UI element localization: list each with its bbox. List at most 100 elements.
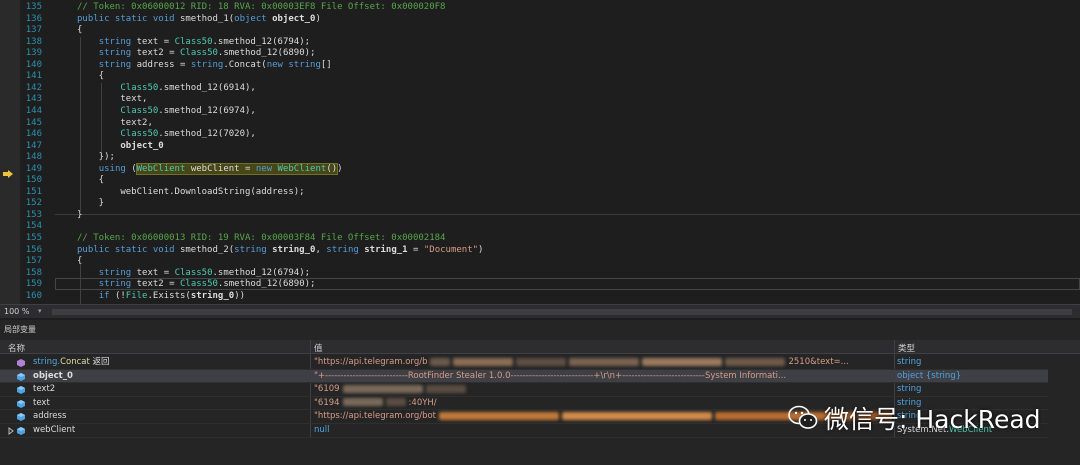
redacted-block — [562, 411, 713, 420]
line-number: 153 — [25, 209, 42, 220]
redacted-block — [430, 357, 451, 366]
code-line[interactable]: 137 { — [0, 25, 1080, 37]
variable-name: webClient — [33, 424, 308, 438]
watermark: 微信号: HackRead — [788, 400, 1041, 436]
locals-row[interactable]: string.Concat 返回 "https://api.telegram.or… — [0, 356, 1048, 370]
variable-icon — [17, 427, 25, 435]
redacted-block — [569, 357, 640, 366]
code-line[interactable]: 151 webClient.DownloadString(address); — [0, 187, 1080, 199]
line-number: 141 — [25, 71, 42, 82]
variable-type: string — [897, 383, 1047, 397]
panel-title: 局部变量 — [4, 325, 36, 334]
chevron-down-icon[interactable]: ▾ — [38, 307, 48, 317]
type-text: string — [897, 357, 922, 367]
code-line[interactable]: 144 Class50.smethod_12(6974), — [0, 106, 1080, 118]
value-tail-text: 2510&text=... — [788, 357, 849, 367]
code-line[interactable]: 145 text2, — [0, 118, 1080, 130]
code-line[interactable]: 143 text, — [0, 94, 1080, 106]
code-line[interactable]: 147 object_0 — [0, 141, 1080, 153]
code-line[interactable]: 157 { — [0, 256, 1080, 268]
code-text: Class50.smethod_12(7020), — [120, 129, 256, 140]
code-line[interactable]: 135 // Token: 0x06000012 RID: 18 RVA: 0x0… — [0, 2, 1080, 14]
variable-value[interactable]: "6109 — [314, 383, 892, 397]
code-text: public static void smethod_1(object obje… — [77, 13, 321, 24]
code-line[interactable]: 150 { — [0, 175, 1080, 187]
variable-icon — [17, 386, 25, 395]
line-number: 160 — [25, 290, 42, 301]
code-line[interactable]: 148 }); — [0, 152, 1080, 164]
line-number: 159 — [25, 279, 42, 290]
column-header-value[interactable]: 值 — [314, 342, 323, 354]
code-line[interactable]: 160 if (!File.Exists(string_0)) — [0, 291, 1080, 303]
code-line[interactable]: 149 using (WebClient webClient = new Web… — [0, 162, 1080, 176]
code-line[interactable]: 141 { — [0, 71, 1080, 83]
variable-name-text: object_0 — [33, 370, 73, 381]
line-number: 150 — [25, 175, 42, 186]
redacted-block — [439, 411, 560, 420]
code-text: // Token: 0x06000012 RID: 18 RVA: 0x0000… — [77, 2, 446, 12]
variable-name: address — [33, 410, 308, 424]
variable-icon — [17, 413, 25, 422]
column-header-name[interactable]: 名称 — [8, 342, 25, 354]
line-number: 147 — [25, 140, 42, 151]
code-line[interactable]: 142 Class50.smethod_12(6914), — [0, 83, 1080, 95]
horizontal-scrollbar[interactable] — [52, 309, 1072, 315]
value-text: "https://api.telegram.org/bot — [314, 411, 437, 422]
code-text: { — [77, 71, 105, 82]
method-name: Concat — [60, 357, 90, 367]
column-header-type[interactable]: 类型 — [898, 342, 915, 354]
line-number: 140 — [25, 59, 42, 70]
redacted-block — [342, 398, 383, 407]
locals-row[interactable]: object_0 "+---------------------------Roo… — [0, 369, 1048, 384]
code-line[interactable]: 155 // Token: 0x06000013 RID: 19 RVA: 0x0… — [0, 233, 1080, 245]
redacted-block — [385, 398, 406, 407]
code-text: text, — [77, 94, 148, 105]
code-text: public static void smethod_2(string stri… — [77, 244, 484, 255]
code-line[interactable]: 156 public static void smethod_2(string s… — [0, 245, 1080, 257]
line-number: 135 — [25, 2, 42, 12]
code-line[interactable]: 153} — [0, 210, 1080, 222]
line-number: 144 — [25, 105, 42, 116]
line-number: 154 — [25, 221, 42, 232]
value-text: null — [314, 425, 330, 435]
variable-name-text: text2 — [33, 384, 56, 395]
code-text: { — [77, 175, 105, 186]
line-number: 155 — [25, 233, 42, 243]
code-line[interactable]: 139 string text2 = Class50.smethod_12(68… — [0, 48, 1080, 60]
code-editor[interactable]: 135 // Token: 0x06000012 RID: 18 RVA: 0x0… — [0, 0, 1080, 304]
code-text: string text2 = Class50.smethod_12(6890); — [98, 48, 316, 59]
code-text: object_0 — [120, 140, 164, 151]
code-line[interactable]: 136 public static void smethod_1(object o… — [0, 14, 1080, 26]
code-line[interactable]: 152 } — [0, 198, 1080, 210]
code-text: string text2 = Class50.smethod_12(6890); — [98, 279, 316, 290]
code-line[interactable]: 159 string text2 = Class50.smethod_12(68… — [0, 279, 1080, 291]
method-return-icon — [17, 359, 25, 367]
locals-row[interactable]: text2 "6109 string — [0, 383, 1048, 397]
code-text: { — [77, 25, 83, 36]
variable-icon — [17, 399, 25, 408]
zoom-level[interactable]: 100 % — [4, 307, 29, 316]
variable-name-text: text — [33, 397, 50, 408]
line-number: 148 — [25, 152, 42, 163]
variable-name: text2 — [33, 383, 308, 397]
code-text: } — [77, 198, 105, 209]
variable-name: object_0 — [33, 370, 308, 384]
variable-type: string — [897, 356, 1047, 370]
expand-arrow-icon[interactable] — [7, 427, 15, 435]
code-text: Class50.smethod_12(6914), — [120, 82, 256, 93]
line-number: 145 — [25, 117, 42, 128]
value-text: "+---------------------------RootFinder … — [314, 370, 787, 381]
variable-value[interactable]: "https://api.telegram.org/b 2510&text=... — [314, 356, 892, 370]
code-line[interactable]: 140 string address = string.Concat(new s… — [0, 60, 1080, 72]
code-line[interactable]: 146 Class50.smethod_12(7020), — [0, 129, 1080, 141]
redacted-block — [342, 384, 423, 393]
code-line[interactable]: 138 string text = Class50.smethod_12(679… — [0, 37, 1080, 49]
code-text: text2, — [77, 117, 153, 128]
variable-value[interactable]: "+---------------------------RootFinder … — [314, 370, 892, 384]
line-number: 143 — [25, 94, 42, 105]
code-line[interactable]: 154 — [0, 221, 1080, 233]
code-text: using (WebClient webClient = new WebClie… — [98, 162, 343, 175]
code-line[interactable]: 158 string text = Class50.smethod_12(679… — [0, 268, 1080, 280]
variable-name: string.Concat 返回 — [33, 356, 308, 370]
line-number: 142 — [25, 82, 42, 93]
